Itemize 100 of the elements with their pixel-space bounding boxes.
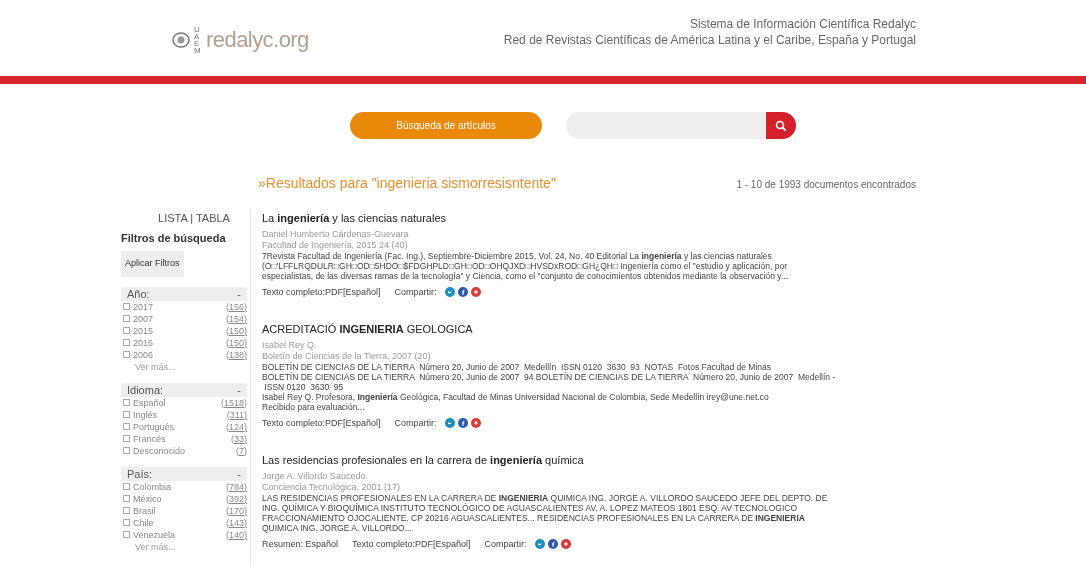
- filter-count[interactable]: (154): [226, 312, 247, 325]
- search-icon: [775, 119, 787, 132]
- snippet-line: Recibido para evaluación...: [262, 401, 365, 412]
- filter-count[interactable]: (143): [226, 516, 247, 529]
- filter-count[interactable]: (7): [236, 444, 247, 457]
- snippet-line: (O□'LFFLRQDULR□GH□OD□5HDO□$FDGHPLD□GH□OD□OHQJXD□HVSDxROD□GH¿QH□ Ingeniería como el "estudio y aplicación, por: [262, 260, 788, 271]
- collapse-toggle[interactable]: -: [237, 466, 241, 481]
- result-author: Daniel Humberto Cárdenas-Guevara: [262, 228, 410, 240]
- google-plus-icon[interactable]: [470, 418, 481, 429]
- filter-count[interactable]: (150): [226, 336, 247, 349]
- filter-count[interactable]: (311): [226, 408, 247, 421]
- facebook-icon[interactable]: [457, 287, 468, 298]
- snippet-line: ING. QUÍMICA Y BIOQUÍMICA INSTITUTO TECNOLÓGICO DE AGUASCALIENTES AV. A. LOPEZ MATEOS 1801 ESQ. AV TECNOLOGICO: [262, 502, 798, 513]
- checkbox[interactable]: [123, 411, 130, 418]
- checkbox[interactable]: [123, 315, 130, 322]
- search-button[interactable]: [766, 112, 796, 139]
- filters-title: Filtros de búsqueda: [121, 230, 227, 246]
- checkbox[interactable]: [123, 495, 130, 502]
- filter-header[interactable]: Idioma: -: [121, 382, 247, 397]
- snippet-line: BOLETÍN DE CIENCIAS DE LA TIERRA Número 20, Junio de 2007 Medellín ISSN 0120 3630 93 NOTAS Fotos Facultad de Minas: [262, 361, 772, 372]
- snippet-line: BOLETÍN DE CIENCIAS DE LA TIERRA Número 20, Junio de 2007 94 BOLETÍN DE CIENCIAS DE LA TIERRA Número 20, Junio de 2007 Medellín -: [262, 371, 837, 382]
- share-label: Compartir:: [394, 285, 437, 299]
- collapse-toggle[interactable]: -: [237, 382, 241, 397]
- filter-header[interactable]: País: -: [121, 466, 247, 481]
- checkbox[interactable]: [123, 399, 130, 406]
- google-plus-icon[interactable]: [470, 287, 481, 298]
- filter-option: Desconocido: [133, 444, 186, 457]
- bird-icon[interactable]: [444, 418, 455, 429]
- checkbox[interactable]: [123, 303, 130, 310]
- filter-option: Francés: [133, 432, 166, 445]
- result-link[interactable]: Texto completo:PDF[Español]: [262, 416, 381, 430]
- facebook-icon[interactable]: [457, 418, 468, 429]
- filter-count[interactable]: (150): [226, 324, 247, 337]
- filter-count[interactable]: (156): [226, 300, 247, 313]
- filter-option: Brasil: [133, 504, 156, 517]
- share-label: Compartir:: [484, 537, 527, 551]
- filter-count[interactable]: (140): [226, 528, 247, 541]
- checkbox[interactable]: [123, 531, 130, 538]
- result-source: Facultad de Ingeniería, 2015 24 (40): [262, 239, 409, 251]
- search-field[interactable]: [566, 112, 796, 139]
- seal-icon: [172, 32, 190, 48]
- results-heading: »Resultados para "ingenieria sismorresisntente": [258, 174, 556, 193]
- result-link[interactable]: Texto completo:PDF[Español]: [262, 285, 381, 299]
- result-title[interactable]: La ingeniería y las ciencias naturales: [262, 210, 931, 227]
- result-source: Conciencia Tecnológica, 2001 (17): [262, 481, 401, 493]
- filter-header[interactable]: Año: -: [121, 286, 247, 301]
- filter-count[interactable]: (33): [231, 432, 247, 445]
- logo-tag: UAEM: [194, 26, 202, 54]
- collapse-toggle[interactable]: -: [237, 286, 241, 301]
- filter-count[interactable]: (124): [226, 420, 247, 433]
- result-title[interactable]: ACREDITACIÓ INGENIERIA GEOLOGICA: [262, 321, 931, 338]
- checkbox[interactable]: [123, 351, 130, 358]
- site-title: Sistema de Información Científica Redalyc: [688, 16, 916, 32]
- checkbox[interactable]: [123, 435, 130, 442]
- filter-count[interactable]: (392): [226, 492, 247, 505]
- filter-option: 2016: [133, 336, 154, 349]
- filter-count[interactable]: (784): [226, 480, 247, 493]
- filter-option: Portugués: [133, 420, 175, 433]
- filter-option: México: [133, 492, 162, 505]
- filter-option: Inglés: [133, 408, 158, 421]
- snippet-line: LAS RESIDENCIAS PROFESIONALES EN LA CARRERA DE INGENIERIA QUIMICA ING. JORGE A. VILLORDO SAUCEDO JEFE DEL DEPTO. DE: [262, 492, 829, 503]
- result-title[interactable]: Las residencias profesionales en la carrera de ingeniería química: [262, 452, 931, 469]
- checkbox[interactable]: [123, 483, 130, 490]
- view-toggle[interactable]: LISTA | TABLA: [121, 210, 247, 227]
- snippet-line: ISSN 0120 3630 95: [263, 381, 345, 392]
- snippet-line: FRACCIONAMIENTO OJOCALIENTE. CP 20216 AGUASCALIENTES... RESIDENCIAS PROFESIONALES EN LA CARRERA DE INGENIERIA: [262, 512, 806, 523]
- apply-filters-button[interactable]: Aplicar Filtros: [121, 251, 184, 277]
- filter-label: País:: [127, 466, 153, 481]
- filter-count[interactable]: (138): [226, 348, 247, 361]
- share-label: Compartir:: [394, 416, 437, 430]
- checkbox[interactable]: [123, 327, 130, 334]
- see-more-link[interactable]: Ver más...: [121, 360, 247, 373]
- bird-icon[interactable]: [444, 287, 455, 298]
- filter-option: Español: [133, 396, 166, 409]
- filter-count[interactable]: (170): [226, 504, 247, 517]
- checkbox[interactable]: [123, 447, 130, 454]
- snippet-line: Isabel Rey Q. Profesora, Ingeniería Geológica, Facultad de Minas Universidad Nacional de Colombia, Sede Medellín irey@une.net.co: [262, 391, 770, 402]
- bird-icon[interactable]: [534, 539, 545, 550]
- logo[interactable]: redalyc.org: [206, 29, 309, 51]
- filter-count[interactable]: (1518): [221, 396, 247, 409]
- search-articles-button[interactable]: Búsqueda de artículos: [350, 112, 542, 139]
- filter-label: Idioma:: [127, 382, 164, 397]
- result-link[interactable]: Texto completo:PDF[Español]: [352, 537, 471, 551]
- result-link[interactable]: Resumen: Español: [262, 537, 339, 551]
- result-author: Jorge A. Villordo Saucedo.: [262, 470, 369, 482]
- results-count: 1 - 10 de 1993 documentos encontrados: [736, 178, 916, 192]
- filter-label: Año:: [127, 286, 150, 301]
- facebook-icon[interactable]: [547, 539, 558, 550]
- filter-option: Colombia: [133, 480, 172, 493]
- snippet-line: 7Revista Facultad de Ingeniería (Fac. Ing.), Septiembre-Diciembre 2015, Vol. 24, No. 40 Editorial La ingeniería y las ciencias naturales: [262, 250, 773, 261]
- filter-option: Venezuela: [133, 528, 176, 541]
- see-more-link[interactable]: Ver más...: [121, 540, 247, 553]
- checkbox[interactable]: [123, 519, 130, 526]
- filter-option: 2015: [133, 324, 154, 337]
- site-subtitle: Red de Revistas Científicas de América Latina y el Caribe, España y Portugal: [503, 32, 916, 48]
- checkbox[interactable]: [123, 423, 130, 430]
- checkbox[interactable]: [123, 339, 130, 346]
- filter-option: 2017: [133, 300, 154, 313]
- checkbox[interactable]: [123, 507, 130, 514]
- google-plus-icon[interactable]: [560, 539, 571, 550]
